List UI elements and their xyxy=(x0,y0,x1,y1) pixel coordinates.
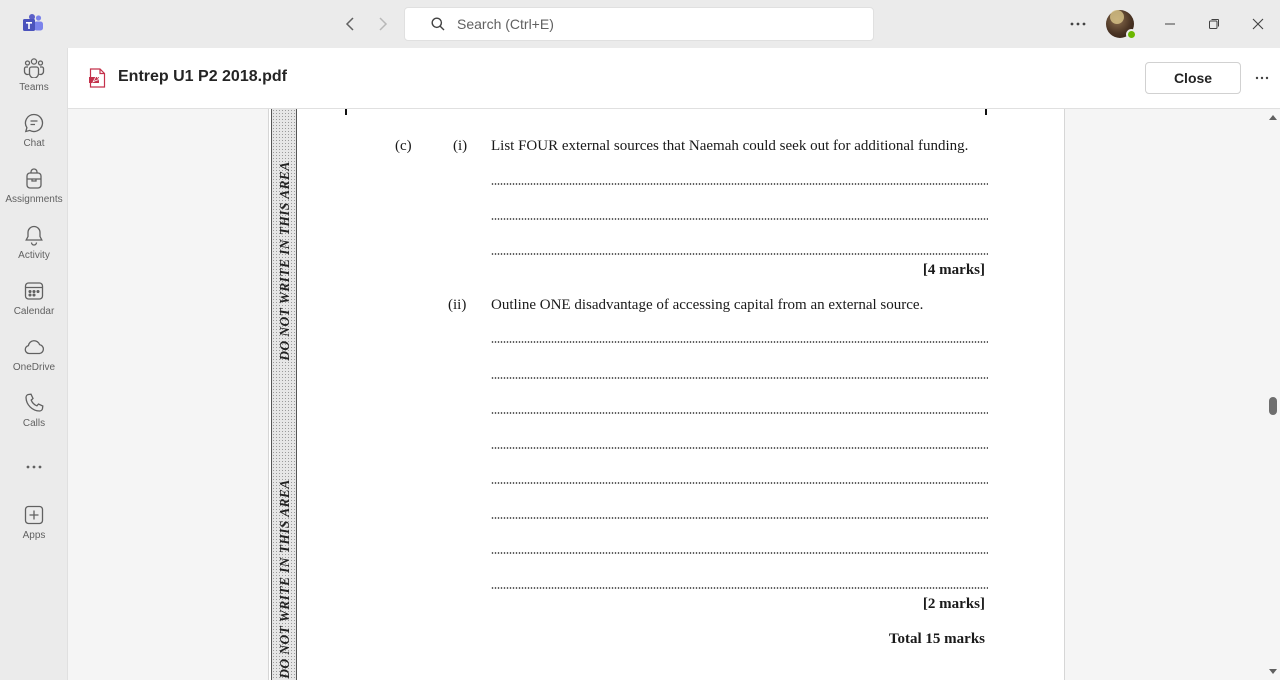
rail-more-apps-button[interactable] xyxy=(0,456,68,478)
rail-item-calls[interactable]: Calls xyxy=(0,392,68,429)
vertical-scrollbar[interactable] xyxy=(1266,109,1280,680)
scroll-up-arrow-icon[interactable] xyxy=(1269,115,1277,120)
margin-warning-text: DO NOT WRITE IN THIS AREA xyxy=(277,479,292,679)
scroll-thumb[interactable] xyxy=(1269,397,1277,415)
back-button[interactable] xyxy=(340,14,360,34)
margin-warning-text: DO NOT WRITE IN THIS AREA xyxy=(277,161,292,361)
chevron-right-icon xyxy=(379,17,388,31)
settings-more-button[interactable] xyxy=(1066,12,1090,36)
presence-available-icon xyxy=(1126,29,1137,40)
add-app-icon xyxy=(24,505,44,525)
rail-label: Teams xyxy=(19,82,49,93)
answer-line xyxy=(491,517,988,519)
chat-icon xyxy=(24,113,44,133)
rail-item-activity[interactable]: Activity xyxy=(0,224,68,261)
more-horizontal-icon xyxy=(26,465,42,469)
rail-item-teams[interactable]: Teams xyxy=(0,56,68,93)
search-input[interactable] xyxy=(457,16,837,32)
close-button[interactable]: Close xyxy=(1145,62,1241,94)
pdf-page: DO NOT WRITE IN THIS AREA DO NOT WRITE I… xyxy=(268,109,1065,680)
pdf-file-icon xyxy=(89,68,106,88)
more-horizontal-icon xyxy=(1255,76,1269,80)
margin-strip: DO NOT WRITE IN THIS AREA DO NOT WRITE I… xyxy=(271,109,297,680)
chevron-left-icon xyxy=(345,17,354,31)
question-number: (ii) xyxy=(448,297,467,313)
total-marks-label: Total 15 marks xyxy=(888,631,985,647)
document-more-button[interactable] xyxy=(1250,66,1274,90)
title-bar xyxy=(0,0,1280,48)
more-horizontal-icon xyxy=(1070,22,1086,26)
phone-icon xyxy=(25,393,44,412)
rail-item-calendar[interactable]: Calendar xyxy=(0,280,68,317)
page-rule-tick xyxy=(985,109,987,115)
answer-line xyxy=(491,552,988,554)
restore-button[interactable] xyxy=(1202,12,1226,36)
document-title: Entrep U1 P2 2018.pdf xyxy=(118,68,287,85)
answer-line xyxy=(491,183,988,185)
rail-label: Apps xyxy=(22,530,46,541)
search-icon xyxy=(431,17,445,31)
bell-icon xyxy=(25,225,43,246)
rail-label: Calls xyxy=(22,418,46,429)
answer-line xyxy=(491,412,988,414)
rail-item-assignments[interactable]: Assignments xyxy=(0,168,68,205)
answer-line xyxy=(491,218,988,220)
question-number: (i) xyxy=(453,138,468,154)
search-box[interactable] xyxy=(404,7,874,41)
window-close-button[interactable] xyxy=(1246,12,1270,36)
calendar-icon xyxy=(24,282,44,300)
question-text: Outline ONE disadvantage of accessing ca… xyxy=(491,297,924,313)
answer-line xyxy=(491,377,988,379)
marks-label: [4 marks] xyxy=(922,262,985,278)
rail-label: OneDrive xyxy=(12,362,56,373)
scroll-down-arrow-icon[interactable] xyxy=(1269,669,1277,674)
document-header: Entrep U1 P2 2018.pdf Close xyxy=(68,48,1280,109)
rail-item-apps[interactable]: Apps xyxy=(0,504,68,541)
rail-label: Activity xyxy=(18,250,50,261)
answer-line xyxy=(491,482,988,484)
minimize-icon xyxy=(1165,23,1175,25)
question-text: List FOUR external sources that Naemah c… xyxy=(491,138,969,154)
answer-line xyxy=(491,587,988,589)
app-rail: Teams Chat Assignments Activity Calendar… xyxy=(0,48,68,680)
pdf-viewer[interactable]: DO NOT WRITE IN THIS AREA DO NOT WRITE I… xyxy=(68,109,1266,680)
minimize-button[interactable] xyxy=(1158,12,1182,36)
assignments-icon xyxy=(26,168,42,189)
rail-label: Calendar xyxy=(13,306,55,317)
page-rule-tick xyxy=(345,109,347,115)
teams-logo-icon[interactable] xyxy=(22,13,44,35)
rail-label: Assignments xyxy=(5,194,63,205)
marks-label: [2 marks] xyxy=(922,596,985,612)
forward-button[interactable] xyxy=(373,14,393,34)
rail-item-onedrive[interactable]: OneDrive xyxy=(0,336,68,373)
rail-item-chat[interactable]: Chat xyxy=(0,112,68,149)
restore-icon xyxy=(1209,19,1219,29)
answer-line xyxy=(491,447,988,449)
answer-line xyxy=(491,253,988,255)
teams-icon xyxy=(23,58,45,78)
close-icon xyxy=(1252,18,1264,30)
cloud-icon xyxy=(24,340,45,355)
avatar[interactable] xyxy=(1106,10,1137,40)
rail-label: Chat xyxy=(23,138,45,149)
part-label: (c) xyxy=(395,138,412,154)
answer-line xyxy=(491,341,988,343)
